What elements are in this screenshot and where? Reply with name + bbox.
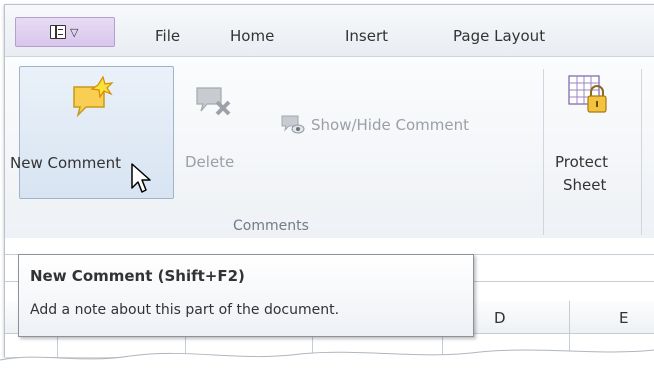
comments-group-label: Comments xyxy=(233,218,309,234)
delete-label: Delete xyxy=(185,153,235,171)
tooltip-description: Add a note about this part of the docume… xyxy=(30,302,340,318)
group-separator xyxy=(543,69,544,235)
tooltip-title: New Comment (Shift+F2) xyxy=(30,267,245,285)
torn-edge xyxy=(0,349,654,370)
tab-home[interactable]: Home xyxy=(230,27,274,45)
protect-label-line2: Sheet xyxy=(563,176,607,194)
protect-sheet-button[interactable]: Protect Sheet xyxy=(555,72,635,202)
tooltip: New Comment (Shift+F2) Add a note about … xyxy=(18,254,474,337)
show-hide-comment-icon xyxy=(281,115,305,134)
ribbon-tab-bar: ▽ File Home Insert Page Layout xyxy=(5,5,654,56)
show-hide-label: Show/Hide Comment xyxy=(311,116,469,134)
delete-comment-icon xyxy=(196,87,231,116)
protect-label-line1: Protect xyxy=(555,153,609,171)
group-separator xyxy=(641,69,642,235)
tab-page-layout[interactable]: Page Layout xyxy=(453,27,545,45)
tab-insert[interactable]: Insert xyxy=(345,27,388,45)
new-comment-icon xyxy=(73,75,114,118)
column-header-e[interactable]: E xyxy=(619,309,628,327)
mouse-cursor-icon xyxy=(131,163,151,193)
app-menu-icon xyxy=(50,25,66,39)
app-menu-button[interactable]: ▽ xyxy=(15,17,115,47)
protect-sheet-icon xyxy=(568,75,607,113)
show-hide-comment-button[interactable]: Show/Hide Comment xyxy=(281,112,536,138)
new-comment-label: New Comment xyxy=(10,154,121,172)
delete-comment-button[interactable]: Delete xyxy=(181,72,241,182)
chevron-down-icon: ▽ xyxy=(70,26,79,39)
column-header-d[interactable]: D xyxy=(494,309,506,327)
ribbon-panel: New Comment Delete Show/Hide Comment Com… xyxy=(5,56,654,239)
tab-file[interactable]: File xyxy=(155,27,180,45)
